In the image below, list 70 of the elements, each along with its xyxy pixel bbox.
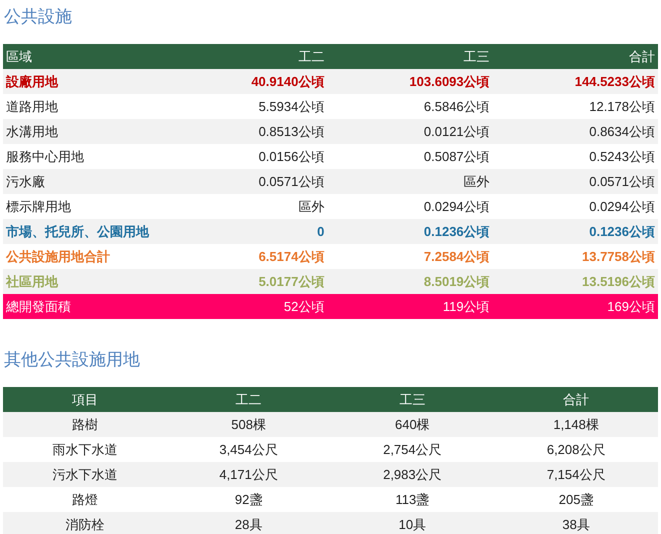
- table-cell: 0.1236公頃: [492, 219, 658, 244]
- table-cell: 0.1236公頃: [327, 219, 493, 244]
- column-header: 合計: [492, 44, 658, 69]
- table-cell: 6.5846公頃: [327, 94, 493, 119]
- table-cell: 污水下水道: [3, 462, 167, 487]
- table-cell: 205盞: [494, 487, 658, 512]
- table-cell: 92盞: [166, 487, 330, 512]
- table-cell: 28具: [166, 512, 330, 534]
- column-header: 工三: [330, 387, 494, 412]
- table-cell: 144.5233公頃: [492, 69, 658, 94]
- table-cell: 0.0121公頃: [327, 119, 493, 144]
- table-cell: 道路用地: [3, 94, 162, 119]
- table-cell: 0: [162, 219, 328, 244]
- table-cell: 標示牌用地: [3, 194, 162, 219]
- table-cell: 雨水下水道: [3, 437, 167, 462]
- table-cell: 1,148棵: [494, 412, 658, 437]
- table-cell: 8.5019公頃: [327, 269, 493, 294]
- table-cell: 2,754公尺: [330, 437, 494, 462]
- table-cell: 0.8513公頃: [162, 119, 328, 144]
- table-cell: 13.7758公頃: [492, 244, 658, 269]
- table-cell: 2,983公尺: [330, 462, 494, 487]
- table-cell: 10具: [330, 512, 494, 534]
- table-cell: 13.5196公頃: [492, 269, 658, 294]
- table-cell: 污水廠: [3, 169, 162, 194]
- section-title: 公共設施: [3, 6, 73, 28]
- table-cell: 公共設施用地合計: [3, 244, 162, 269]
- table-cell: 5.0177公頃: [162, 269, 328, 294]
- table-cell: 640棵: [330, 412, 494, 437]
- table-cell: 7.2584公頃: [327, 244, 493, 269]
- table-cell: 3,454公尺: [166, 437, 330, 462]
- table-cell: 40.9140公頃: [162, 69, 328, 94]
- column-header: 工三: [327, 44, 493, 69]
- table-cell: 103.6093公頃: [327, 69, 493, 94]
- table-cell: 市場、托兒所、公園用地: [3, 219, 162, 244]
- table-cell: 0.5243公頃: [492, 144, 658, 169]
- table-cell: 38具: [494, 512, 658, 534]
- section-title: 其他公共設施用地: [3, 349, 141, 371]
- table-cell: 0.0294公頃: [492, 194, 658, 219]
- table-cell: 設廠用地: [3, 69, 162, 94]
- column-header: 項目: [3, 387, 167, 412]
- table-cell: 508棵: [166, 412, 330, 437]
- column-header: 工二: [162, 44, 328, 69]
- column-header: 工二: [166, 387, 330, 412]
- table-cell: 路燈: [3, 487, 167, 512]
- table-cell: 6.5174公頃: [162, 244, 328, 269]
- table-cell: 水溝用地: [3, 119, 162, 144]
- table-cell: 119公頃: [327, 294, 493, 319]
- table-cell: 12.178公頃: [492, 94, 658, 119]
- table-cell: 6,208公尺: [494, 437, 658, 462]
- table-cell: 區外: [327, 169, 493, 194]
- table-cell: 0.0156公頃: [162, 144, 328, 169]
- table-cell: 0.5087公頃: [327, 144, 493, 169]
- table-cell: 總開發面積: [3, 294, 162, 319]
- table-cell: 社區用地: [3, 269, 162, 294]
- table-cell: 0.8634公頃: [492, 119, 658, 144]
- table-cell: 0.0571公頃: [162, 169, 328, 194]
- column-header: 合計: [494, 387, 658, 412]
- table-cell: 消防栓: [3, 512, 167, 534]
- table-cell: 169公頃: [492, 294, 658, 319]
- table-cell: 5.5934公頃: [162, 94, 328, 119]
- column-header: 區域: [3, 44, 162, 69]
- table-cell: 52公頃: [162, 294, 328, 319]
- table-cell: 服務中心用地: [3, 144, 162, 169]
- table-cell: 區外: [162, 194, 328, 219]
- table-cell: 0.0294公頃: [327, 194, 493, 219]
- table-cell: 路樹: [3, 412, 167, 437]
- table-cell: 4,171公尺: [166, 462, 330, 487]
- table-cell: 113盞: [330, 487, 494, 512]
- table-cell: 7,154公尺: [494, 462, 658, 487]
- table-cell: 0.0571公頃: [492, 169, 658, 194]
